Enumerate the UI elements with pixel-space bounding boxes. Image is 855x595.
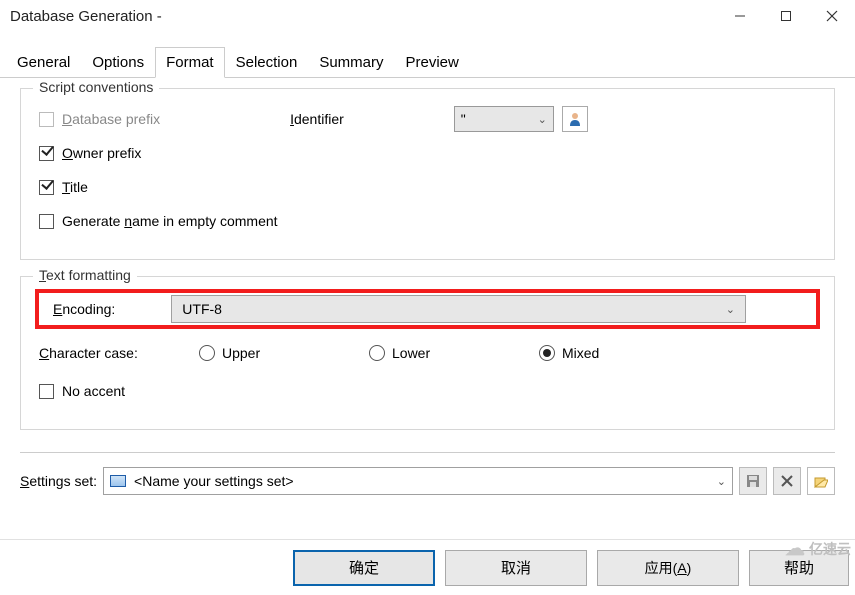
encoding-combo[interactable]: UTF-8 ⌄ (171, 295, 746, 323)
settings-set-combo[interactable]: <Name your settings set> ⌄ (103, 467, 733, 495)
text-formatting-group: Text formatting Encoding: UTF-8 ⌄ Charac… (20, 276, 835, 430)
chevron-down-icon: ⌄ (717, 475, 726, 488)
case-upper-radio[interactable]: Upper (199, 345, 329, 361)
tab-strip: General Options Format Selection Summary… (0, 32, 855, 78)
ok-button[interactable]: 确定 (293, 550, 435, 586)
generate-name-checkbox[interactable] (39, 214, 54, 229)
tab-format[interactable]: Format (155, 47, 225, 78)
settings-delete-button[interactable] (773, 467, 801, 495)
case-mixed-radio[interactable]: Mixed (539, 345, 669, 361)
settings-browse-button[interactable] (807, 467, 835, 495)
tab-general[interactable]: General (6, 47, 81, 78)
tab-selection[interactable]: Selection (225, 47, 309, 78)
settings-set-placeholder: <Name your settings set> (134, 473, 294, 489)
identifier-user-button[interactable] (562, 106, 588, 132)
no-accent-checkbox[interactable] (39, 384, 54, 399)
identifier-label: Identifier (290, 111, 344, 127)
cloud-icon: ☁ (785, 536, 805, 561)
watermark: ☁ 亿速云 (785, 536, 851, 561)
script-conventions-legend: Script conventions (33, 79, 159, 95)
generate-name-label: Generate name in empty comment (62, 213, 278, 229)
settings-set-label: SSettings set:ettings set: (20, 473, 97, 489)
dialog-button-bar: 确定 取消 应用(A) 帮助 (0, 539, 855, 595)
no-accent-label: No accent (62, 383, 125, 399)
cancel-button[interactable]: 取消 (445, 550, 587, 586)
identifier-combo[interactable]: " ⌄ (454, 106, 554, 132)
encoding-label: Encoding: (53, 301, 115, 317)
character-case-label: Character case: (39, 345, 159, 361)
case-lower-radio[interactable]: Lower (369, 345, 499, 361)
chevron-down-icon: ⌄ (538, 113, 547, 126)
person-icon (567, 111, 583, 127)
owner-prefix-label: Owner prefix (62, 145, 141, 161)
database-prefix-label: Database prefix (62, 111, 160, 127)
text-formatting-legend: Text formatting (33, 267, 137, 283)
identifier-value: " (461, 111, 466, 127)
database-prefix-checkbox (39, 112, 54, 127)
window-controls (717, 1, 855, 31)
title-label: Title (62, 179, 88, 195)
tab-preview[interactable]: Preview (395, 47, 470, 78)
owner-prefix-checkbox[interactable] (39, 146, 54, 161)
title-checkbox[interactable] (39, 180, 54, 195)
close-button[interactable] (809, 1, 855, 31)
script-conventions-group: Script conventions Database prefix Ident… (20, 88, 835, 260)
minimize-button[interactable] (717, 1, 763, 31)
tab-summary[interactable]: Summary (308, 47, 394, 78)
maximize-button[interactable] (763, 1, 809, 31)
floppy-icon (746, 474, 760, 488)
tab-options[interactable]: Options (81, 47, 155, 78)
settings-save-button[interactable] (739, 467, 767, 495)
encoding-value: UTF-8 (182, 301, 222, 317)
chevron-down-icon: ⌄ (726, 303, 735, 316)
encoding-highlight: Encoding: UTF-8 ⌄ (35, 289, 820, 329)
separator (20, 452, 835, 453)
window-title: Database Generation - (10, 8, 162, 25)
folder-icon (814, 474, 828, 488)
close-icon (781, 475, 793, 487)
settings-list-icon (110, 475, 126, 487)
apply-button[interactable]: 应用(A) (597, 550, 739, 586)
